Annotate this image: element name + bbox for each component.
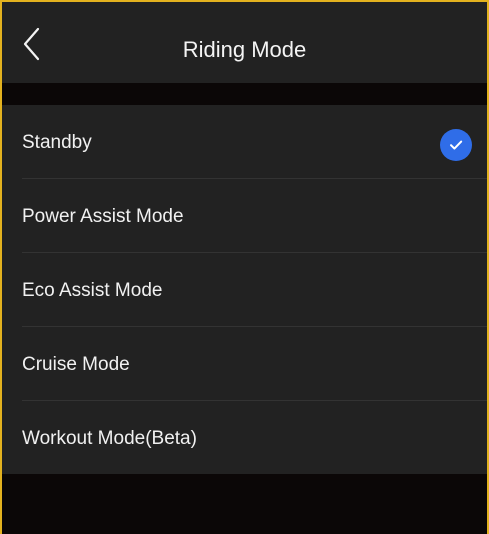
- selected-check-icon: [440, 129, 472, 161]
- app-window: Riding Mode Standby Power Assist Mode Ec…: [0, 0, 489, 534]
- section-gap: [2, 83, 487, 105]
- back-button[interactable]: [12, 24, 52, 64]
- top-header: Riding Mode: [2, 2, 487, 83]
- riding-mode-list: Standby Power Assist Mode Eco Assist Mod…: [2, 105, 487, 474]
- mode-option-label: Eco Assist Mode: [22, 280, 163, 301]
- mode-option-label: Power Assist Mode: [22, 206, 184, 227]
- mode-option-power-assist[interactable]: Power Assist Mode: [2, 179, 487, 253]
- mode-option-label: Standby: [22, 132, 92, 153]
- mode-option-workout[interactable]: Workout Mode(Beta): [2, 401, 487, 475]
- page-title: Riding Mode: [182, 37, 307, 62]
- mode-option-standby[interactable]: Standby: [2, 105, 487, 179]
- mode-option-label: Workout Mode(Beta): [22, 428, 197, 449]
- mode-option-eco-assist[interactable]: Eco Assist Mode: [2, 253, 487, 327]
- empty-bottom-area: [2, 474, 487, 534]
- chevron-left-icon: [23, 27, 40, 61]
- mode-option-cruise[interactable]: Cruise Mode: [2, 327, 487, 401]
- mode-option-label: Cruise Mode: [22, 354, 130, 375]
